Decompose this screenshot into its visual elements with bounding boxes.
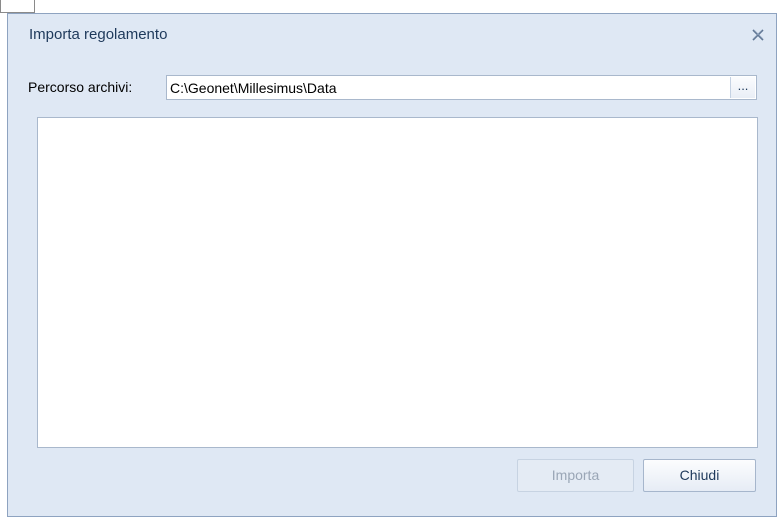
dialog-titlebar[interactable]: Importa regolamento (8, 14, 776, 54)
archive-path-input[interactable] (166, 75, 757, 100)
dialog-title: Importa regolamento (29, 26, 168, 43)
close-icon[interactable] (749, 26, 767, 44)
import-button[interactable]: Importa (517, 459, 634, 492)
close-button[interactable]: Chiudi (643, 459, 756, 492)
archive-path-row: Percorso archivi: ... (8, 73, 776, 103)
import-regulation-dialog: Importa regolamento Percorso archivi: ..… (7, 13, 777, 517)
background-window-fragment (0, 0, 35, 13)
archive-path-label: Percorso archivi: (28, 79, 133, 95)
browse-button[interactable]: ... (730, 77, 755, 98)
file-list-panel[interactable] (37, 117, 758, 448)
